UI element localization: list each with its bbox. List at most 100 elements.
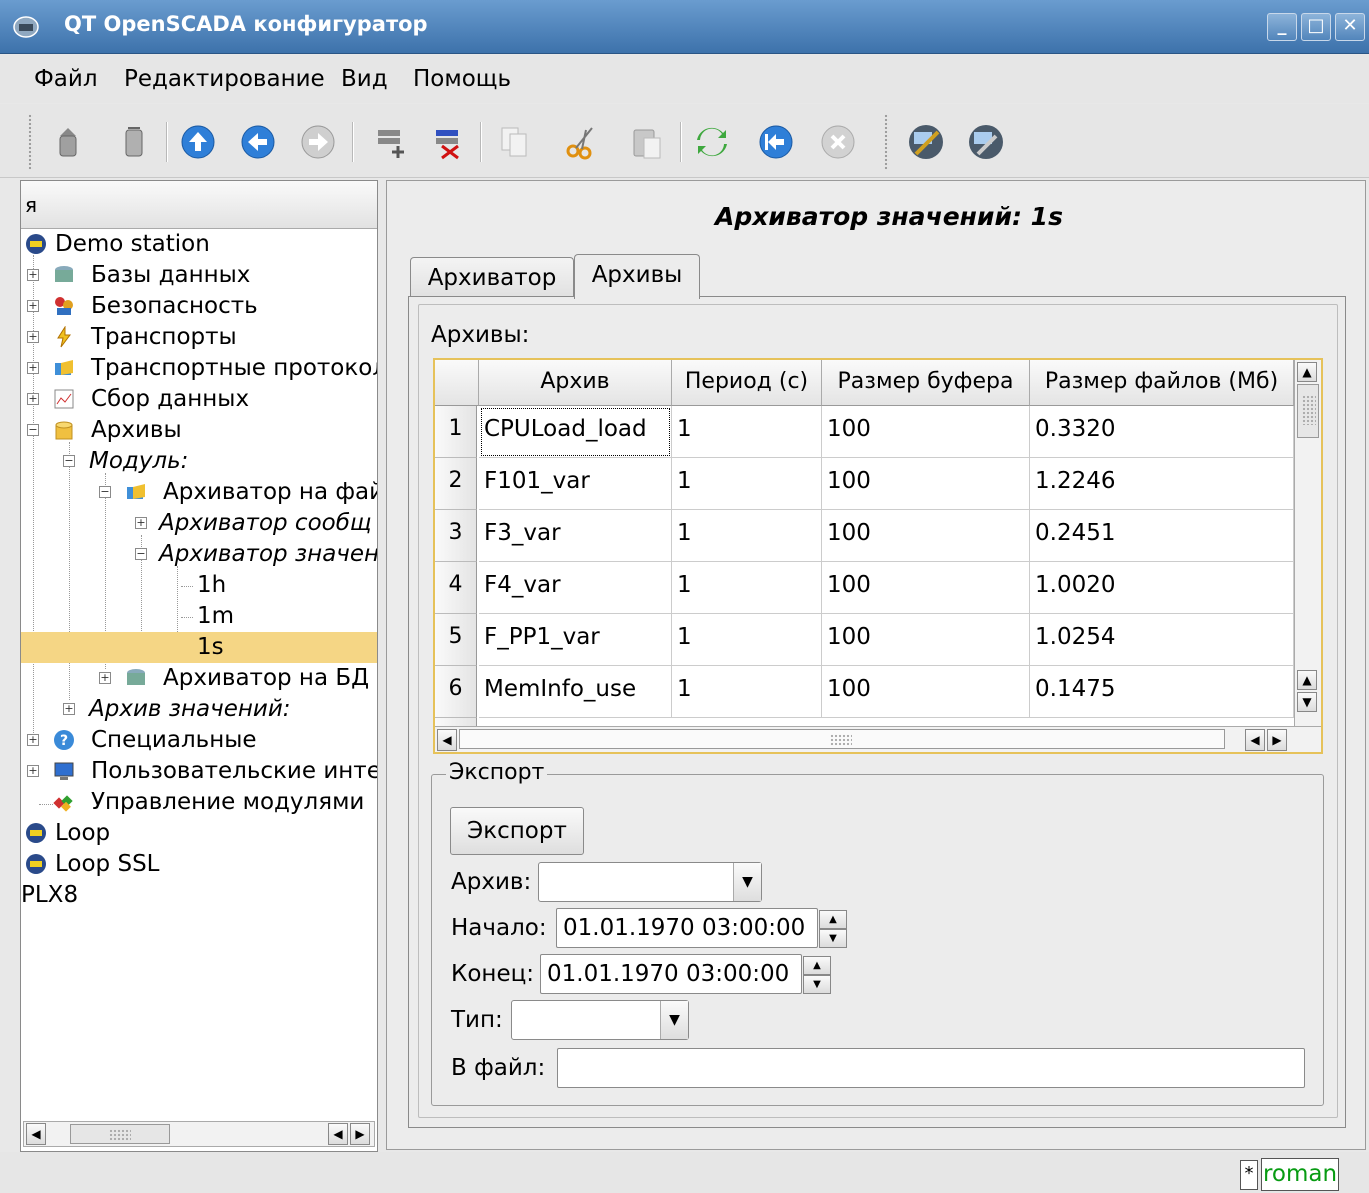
table-cell[interactable]: 1 <box>672 510 822 562</box>
tree-item-loop-ssl[interactable]: Loop SSL <box>21 849 377 880</box>
tree-item-1s[interactable]: 1s <box>21 632 377 663</box>
table-cell[interactable]: 1 <box>672 562 822 614</box>
user-indicator[interactable]: roman <box>1261 1158 1339 1191</box>
table-cell[interactable]: 1.2246 <box>1030 458 1294 510</box>
tree-item-data-acquisition[interactable]: + Сбор данных <box>21 384 377 415</box>
row-header[interactable]: 4 <box>435 562 477 614</box>
scroll-right-icon[interactable]: ▶ <box>350 1123 370 1145</box>
table-cell[interactable]: 1 <box>672 666 822 718</box>
close-button[interactable]: ✕ <box>1335 13 1365 41</box>
collapse-icon[interactable]: − <box>135 548 147 560</box>
table-vertical-scrollbar[interactable]: ▲ ▲ ▼ <box>1294 360 1321 726</box>
scroll-up-icon[interactable]: ▲ <box>1297 362 1317 382</box>
expand-icon[interactable]: + <box>99 672 111 684</box>
scroll-down-icon[interactable]: ▼ <box>1297 692 1317 712</box>
tree-item-transport-protocols[interactable]: + Транспортные протокол <box>21 353 377 384</box>
menu-view[interactable]: Вид <box>341 66 388 92</box>
start-icon[interactable] <box>756 122 796 162</box>
column-header[interactable]: Период (с) <box>672 360 822 406</box>
tree-item-user-interfaces[interactable]: + Пользовательские интер <box>21 756 377 787</box>
tree-item-message-archiver[interactable]: + Архиватор сообщ <box>21 508 377 539</box>
table-horizontal-scrollbar[interactable]: ◀ ◀ ▶ <box>435 726 1321 752</box>
scroll-left-icon[interactable]: ◀ <box>437 729 457 751</box>
table-cell[interactable]: 100 <box>822 510 1030 562</box>
expand-icon[interactable]: + <box>27 393 39 405</box>
table-cell[interactable]: F_PP1_var <box>479 614 672 666</box>
file-input[interactable] <box>557 1048 1305 1088</box>
scroll-left-icon[interactable]: ◀ <box>328 1123 348 1145</box>
end-datetime-input[interactable]: 01.01.1970 03:00:00 ▲ ▼ <box>540 954 831 994</box>
table-cell[interactable]: 1 <box>672 406 822 458</box>
scroll-thumb[interactable] <box>1297 384 1319 438</box>
tree-item-1m[interactable]: 1m <box>21 601 377 632</box>
tree-item-value-archive[interactable]: + Архив значений: <box>21 694 377 725</box>
tree-item-loop[interactable]: Loop <box>21 818 377 849</box>
table-cell[interactable]: 0.2451 <box>1030 510 1294 562</box>
collapse-icon[interactable]: − <box>63 455 75 467</box>
copy-icon[interactable] <box>494 122 534 162</box>
table-cell[interactable]: 0.3320 <box>1030 406 1294 458</box>
forward-icon[interactable] <box>298 122 338 162</box>
table-cell[interactable]: F101_var <box>479 458 672 510</box>
spin-up-icon[interactable]: ▲ <box>819 910 847 929</box>
tree-item-value-archiver[interactable]: − Архиватор значен <box>21 539 377 570</box>
tab-archiver[interactable]: Архиватор <box>410 257 574 299</box>
cut-icon[interactable] <box>562 122 602 162</box>
tree-item-security[interactable]: + Безопасность <box>21 291 377 322</box>
table-cell[interactable]: 1 <box>672 614 822 666</box>
toolbar-grip[interactable] <box>28 114 33 170</box>
table-cell[interactable]: CPULoad_load <box>479 406 672 458</box>
configurator-icon[interactable] <box>966 122 1006 162</box>
column-header[interactable]: Размер буфера <box>822 360 1030 406</box>
tree-item-transports[interactable]: + Транспорты <box>21 322 377 353</box>
table-cell[interactable]: 1.0020 <box>1030 562 1294 614</box>
spin-down-icon[interactable]: ▼ <box>803 975 831 994</box>
tree-item-plx8[interactable]: PLX8 <box>21 880 377 911</box>
chevron-down-icon[interactable]: ▼ <box>733 863 761 901</box>
expand-icon[interactable]: + <box>27 269 39 281</box>
expand-icon[interactable]: + <box>27 734 39 746</box>
row-header[interactable]: 1 <box>435 406 477 458</box>
table-cell[interactable]: MemInfo_use <box>479 666 672 718</box>
refresh-icon[interactable] <box>692 122 732 162</box>
export-button[interactable]: Экспорт <box>450 807 584 855</box>
expand-icon[interactable]: + <box>27 765 39 777</box>
tree-item-fs-archiver[interactable]: − Архиватор на фай <box>21 477 377 508</box>
row-header[interactable]: 2 <box>435 458 477 510</box>
expand-icon[interactable]: + <box>135 517 147 529</box>
tree-header[interactable]: я <box>21 181 377 229</box>
db-load-icon[interactable] <box>48 122 88 162</box>
table-cell[interactable]: F4_var <box>479 562 672 614</box>
up-icon[interactable] <box>178 122 218 162</box>
menu-edit[interactable]: Редактирование <box>124 66 325 92</box>
tree-item-archives[interactable]: − Архивы <box>21 415 377 446</box>
spin-up-icon[interactable]: ▲ <box>803 956 831 975</box>
row-header[interactable]: 5 <box>435 614 477 666</box>
scroll-up-icon[interactable]: ▲ <box>1297 670 1317 690</box>
table-cell[interactable]: 100 <box>822 666 1030 718</box>
row-header[interactable]: 6 <box>435 666 477 718</box>
tree-horizontal-scrollbar[interactable]: ◀ ◀ ▶ <box>23 1121 375 1147</box>
type-select[interactable]: ▼ <box>511 1000 689 1040</box>
expand-icon[interactable]: + <box>63 703 75 715</box>
collapse-icon[interactable]: − <box>27 424 39 436</box>
minimize-button[interactable]: _ <box>1267 13 1297 41</box>
tree-item-special[interactable]: + ? Специальные <box>21 725 377 756</box>
expand-icon[interactable]: + <box>27 331 39 343</box>
table-cell[interactable]: F3_var <box>479 510 672 562</box>
stop-icon[interactable] <box>818 122 858 162</box>
column-header[interactable]: Размер файлов (Мб) <box>1030 360 1294 406</box>
scroll-right-icon[interactable]: ▶ <box>1267 729 1287 751</box>
collapse-icon[interactable]: − <box>99 486 111 498</box>
maximize-button[interactable]: □ <box>1301 13 1331 41</box>
menu-help[interactable]: Помощь <box>413 66 511 92</box>
db-save-icon[interactable] <box>114 122 154 162</box>
table-cell[interactable]: 0.1475 <box>1030 666 1294 718</box>
scroll-left-icon[interactable]: ◀ <box>26 1123 46 1145</box>
begin-datetime-input[interactable]: 01.01.1970 03:00:00 ▲ ▼ <box>556 908 847 948</box>
menu-file[interactable]: Файл <box>34 66 98 92</box>
scroll-left-icon[interactable]: ◀ <box>1245 729 1265 751</box>
back-icon[interactable] <box>238 122 278 162</box>
column-header[interactable]: Архив <box>479 360 672 406</box>
tree-item-module[interactable]: − Модуль: <box>21 446 377 477</box>
